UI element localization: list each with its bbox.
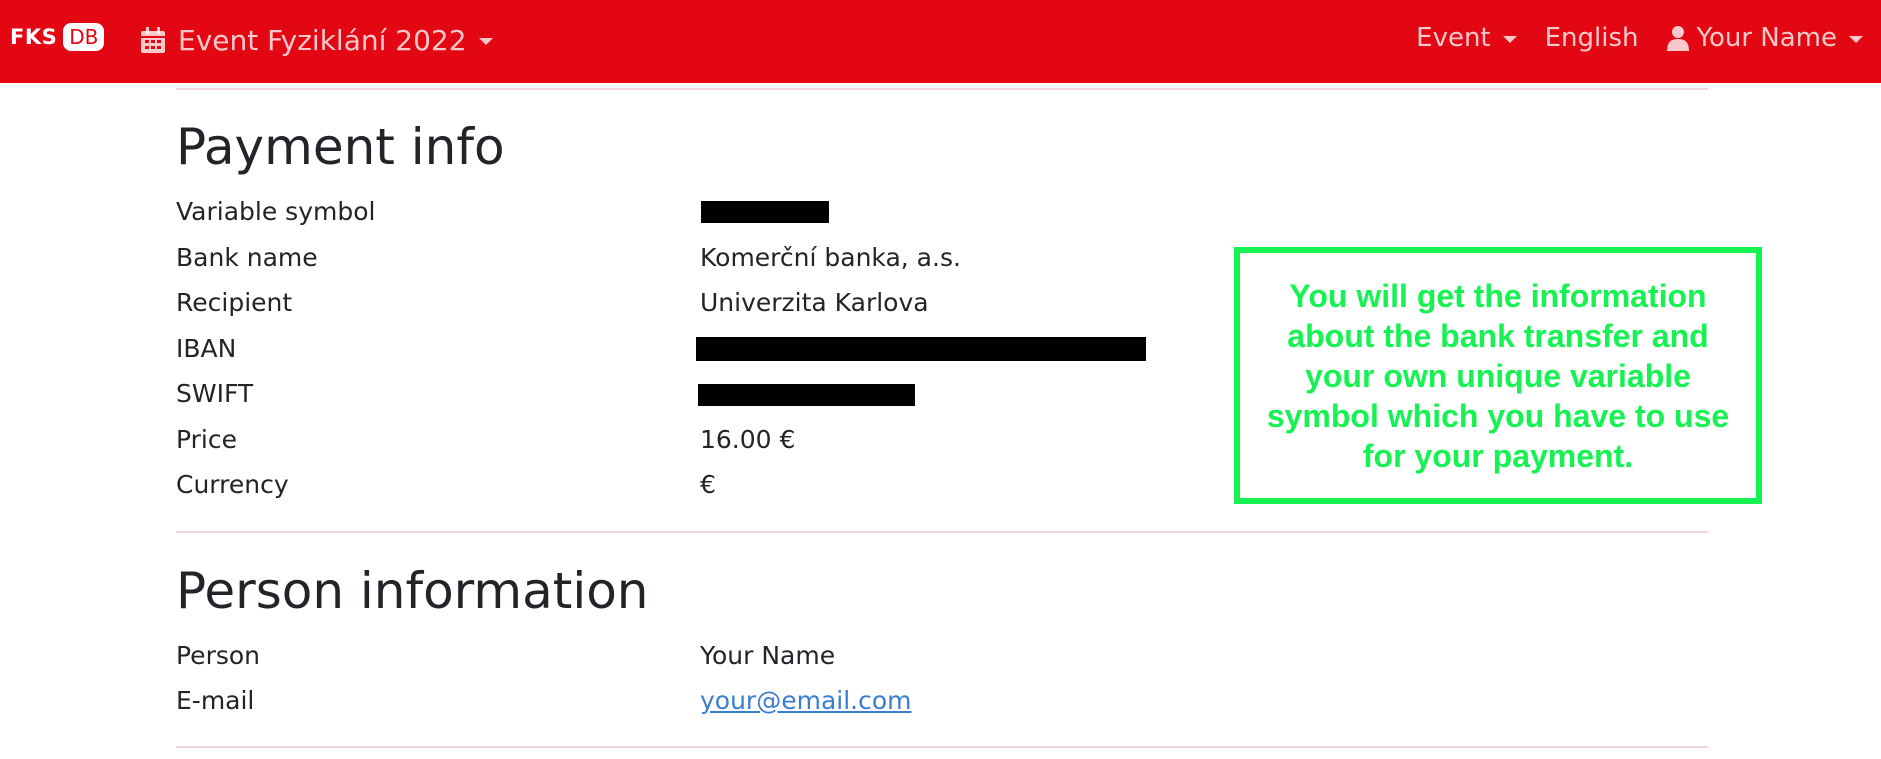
user-name-label: Your Name	[1696, 23, 1837, 53]
navbar-right-menu: Event English Your Name	[1388, 18, 1863, 58]
brand-fks-text: FKS	[10, 25, 58, 49]
person-value: Your Name	[700, 641, 836, 670]
language-label: English	[1544, 23, 1639, 53]
swift-label: SWIFT	[176, 379, 254, 408]
payment-callout-box: You will get the information about the b…	[1234, 247, 1762, 504]
event-selector-dropdown[interactable]: Event Fyziklání 2022	[140, 20, 493, 60]
person-information-heading: Person information	[176, 562, 649, 620]
email-label: E-mail	[176, 686, 255, 715]
event-title: Event Fyziklání 2022	[178, 23, 467, 57]
swift-redacted	[698, 384, 915, 406]
recipient-label: Recipient	[176, 288, 293, 317]
event-menu-dropdown[interactable]: Event	[1416, 23, 1517, 53]
section-divider	[176, 746, 1708, 748]
brand-db-badge: DB	[63, 23, 105, 51]
event-menu-label: Event	[1416, 23, 1491, 53]
price-value: 16.00 €	[700, 425, 796, 454]
chevron-down-icon	[1502, 36, 1517, 43]
recipient-value: Univerzita Karlova	[700, 288, 929, 317]
payment-info-heading: Payment info	[176, 118, 505, 176]
brand-logo[interactable]: FKS DB	[10, 23, 105, 51]
section-divider	[176, 531, 1708, 533]
price-label: Price	[176, 425, 237, 454]
section-divider	[176, 88, 1708, 90]
currency-value: €	[700, 470, 716, 499]
variable-symbol-label: Variable symbol	[176, 197, 376, 226]
email-value: your@email.com	[700, 686, 912, 715]
user-icon	[1666, 25, 1689, 51]
chevron-down-icon	[478, 38, 493, 45]
person-label: Person	[176, 641, 261, 670]
email-link[interactable]: your@email.com	[700, 686, 912, 715]
language-link[interactable]: English	[1545, 23, 1639, 53]
bank-name-value: Komerční banka, a.s.	[700, 243, 961, 272]
user-menu-dropdown[interactable]: Your Name	[1666, 23, 1863, 53]
currency-label: Currency	[176, 470, 289, 499]
top-navbar: FKS DB Event Fyziklání 2022 Event Englis…	[0, 0, 1881, 83]
payment-callout-text: You will get the information about the b…	[1266, 277, 1730, 474]
calendar-icon	[140, 26, 166, 54]
iban-redacted	[696, 337, 1146, 361]
iban-label: IBAN	[176, 334, 237, 363]
bank-name-label: Bank name	[176, 243, 318, 272]
chevron-down-icon	[1849, 36, 1863, 43]
variable-symbol-redacted	[701, 201, 829, 223]
